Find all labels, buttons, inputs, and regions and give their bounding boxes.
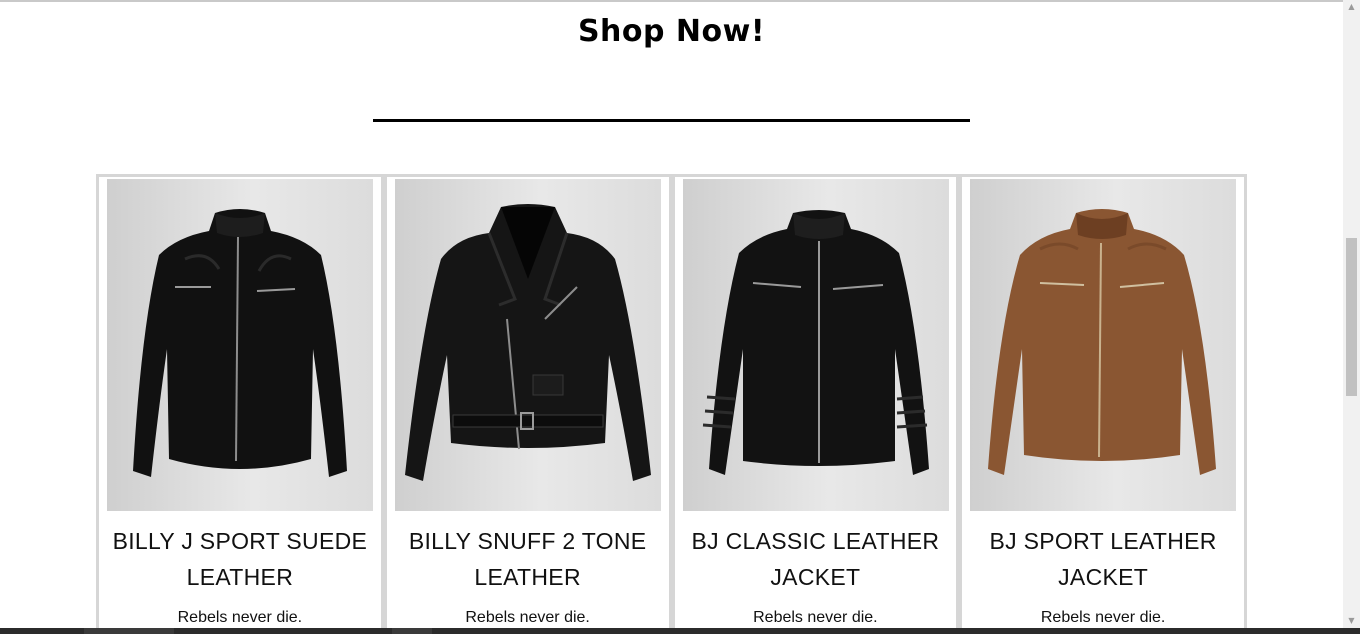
product-title[interactable]: BJ SPORT LEATHER JACKET bbox=[966, 523, 1240, 595]
product-image[interactable] bbox=[107, 179, 373, 511]
product-tagline: Rebels never die. bbox=[753, 609, 878, 626]
product-image[interactable] bbox=[970, 179, 1237, 511]
chevron-down-icon[interactable]: ▼ bbox=[1343, 614, 1360, 628]
product-title[interactable]: BILLY SNUFF 2 TONE LEATHER bbox=[391, 523, 665, 595]
product-image[interactable] bbox=[394, 179, 661, 511]
product-title[interactable]: BILLY J SPORT SUEDE LEATHER bbox=[103, 523, 377, 595]
product-grid: BILLY J SPORT SUEDE LEATHER Rebels never… bbox=[96, 174, 1247, 628]
scrollbar-thumb[interactable] bbox=[1346, 238, 1357, 396]
jacket-image bbox=[702, 210, 929, 475]
product-card[interactable]: BJ CLASSIC LEATHER JACKET Rebels never d… bbox=[674, 177, 957, 628]
jacket-image bbox=[404, 204, 651, 481]
section-heading: Shop Now! bbox=[577, 14, 766, 49]
taskbar bbox=[0, 628, 1360, 634]
taskbar-item[interactable] bbox=[392, 628, 432, 634]
jacket-image bbox=[988, 209, 1217, 475]
product-title[interactable]: BJ CLASSIC LEATHER JACKET bbox=[679, 523, 953, 595]
jacket-image bbox=[133, 209, 347, 477]
product-tagline: Rebels never die. bbox=[1040, 609, 1166, 626]
heading-divider bbox=[373, 119, 970, 122]
product-card[interactable]: BILLY SNUFF 2 TONE LEATHER Rebels never … bbox=[386, 177, 669, 628]
product-card[interactable]: BJ SPORT LEATHER JACKET Rebels never die… bbox=[962, 177, 1244, 628]
chevron-up-icon[interactable]: ▲ bbox=[1343, 0, 1360, 14]
product-tagline: Rebels never die. bbox=[177, 609, 303, 626]
product-tagline: Rebels never die. bbox=[465, 609, 590, 626]
product-image[interactable] bbox=[682, 179, 949, 511]
page-content: Shop Now! BILLY J SPORT SUEDE LEATHER Re… bbox=[0, 2, 1343, 628]
taskbar-item[interactable] bbox=[84, 628, 174, 634]
product-card[interactable]: BILLY J SPORT SUEDE LEATHER Rebels never… bbox=[99, 177, 381, 628]
vertical-scrollbar[interactable]: ▲ ▼ bbox=[1343, 0, 1360, 628]
